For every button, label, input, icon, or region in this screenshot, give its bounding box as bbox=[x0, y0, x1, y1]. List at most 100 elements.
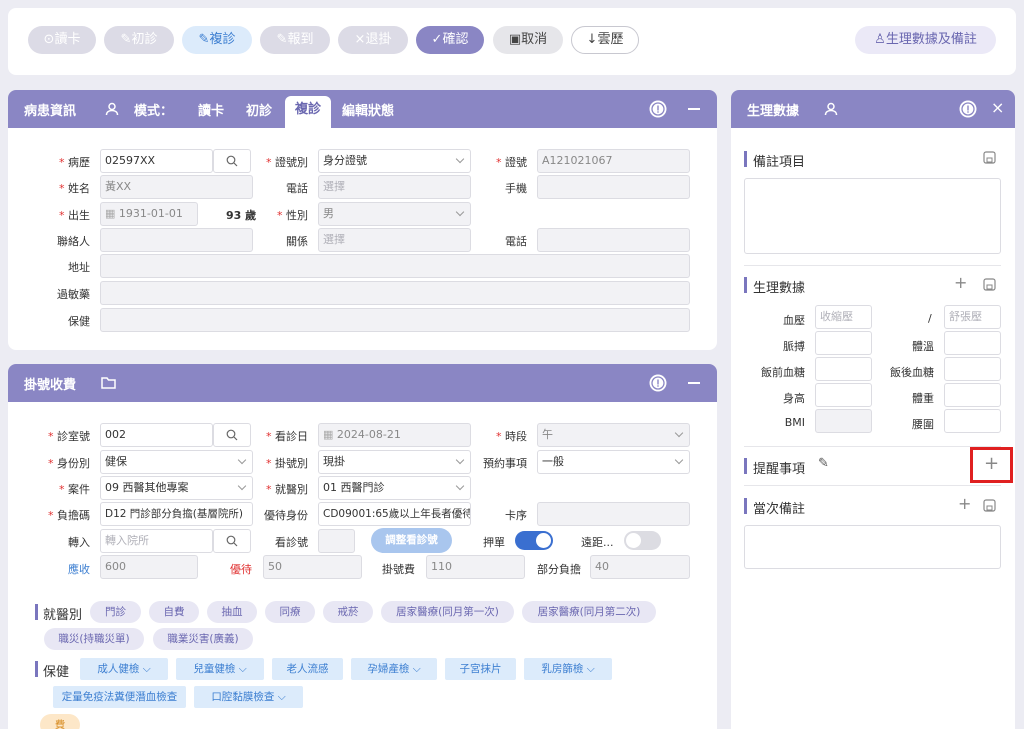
gender-select[interactable]: 男 bbox=[318, 202, 471, 226]
room-search-button[interactable] bbox=[213, 423, 251, 447]
post-meal-input[interactable] bbox=[944, 357, 1001, 381]
chip-home-care-2[interactable]: 居家醫療(同月第二次) bbox=[522, 601, 656, 623]
dept-select[interactable]: 01 西醫門診 bbox=[318, 476, 471, 500]
temp-input[interactable] bbox=[944, 331, 1001, 355]
card-seq-input[interactable] bbox=[537, 502, 690, 526]
vitals-notes-button[interactable]: ♙生理數據及備註 bbox=[855, 26, 996, 54]
revisit-button[interactable]: ✎複診 bbox=[182, 26, 252, 54]
receivable-input[interactable]: 600 bbox=[100, 555, 198, 579]
birth-input[interactable]: ▦ 1931-01-01 bbox=[100, 202, 198, 226]
chip-breast-screen[interactable]: 乳房篩檢 ⌵ bbox=[524, 658, 612, 680]
folder-icon bbox=[101, 377, 116, 389]
read-card-button[interactable]: ⊙讀卡 bbox=[28, 26, 96, 54]
info-icon[interactable] bbox=[959, 100, 977, 118]
current-notes-textarea[interactable] bbox=[744, 525, 1001, 569]
transfer-search-button[interactable] bbox=[213, 529, 251, 553]
notes-textarea[interactable] bbox=[744, 178, 1001, 254]
height-input[interactable] bbox=[815, 383, 872, 407]
tab-read-card[interactable]: 讀卡 bbox=[198, 100, 224, 119]
name-input[interactable]: 黃XX bbox=[100, 175, 253, 199]
chip-pap-smear[interactable]: 子宮抹片 bbox=[445, 658, 516, 680]
contact-input[interactable] bbox=[100, 228, 253, 252]
copay-code-select[interactable]: D12 門診部分負擔(基層院所) bbox=[100, 502, 253, 526]
chip-prenatal[interactable]: 孕婦產檢 ⌵ bbox=[351, 658, 437, 680]
part-copay-input[interactable]: 40 bbox=[590, 555, 690, 579]
id-type-select[interactable]: 身分證號 bbox=[318, 149, 471, 173]
chip-blood-draw[interactable]: 抽血 bbox=[207, 601, 257, 623]
post-meal-label: 飯後血糖 bbox=[890, 366, 934, 379]
withdraw-button[interactable]: ×退掛 bbox=[338, 26, 408, 54]
phone-input[interactable]: 選擇 bbox=[318, 175, 471, 199]
deposit-toggle[interactable] bbox=[515, 531, 553, 550]
tab-revisit[interactable]: 複診 bbox=[285, 96, 331, 128]
section-bar bbox=[35, 661, 38, 677]
mobile-input[interactable] bbox=[537, 175, 690, 199]
reg-fee-input[interactable]: 110 bbox=[426, 555, 525, 579]
relation-input[interactable]: 選擇 bbox=[318, 228, 471, 252]
save-icon[interactable] bbox=[983, 151, 996, 164]
confirm-button[interactable]: ✓確認 bbox=[416, 26, 484, 54]
collapse-icon[interactable] bbox=[688, 108, 700, 110]
identity-select[interactable]: 健保 bbox=[100, 450, 253, 474]
reg-type-select[interactable]: 現掛 bbox=[318, 450, 471, 474]
chip-fecal-occult[interactable]: 定量免疫法糞便潛血檢查 bbox=[53, 686, 186, 708]
chip-partial[interactable]: 費 bbox=[40, 714, 80, 729]
address-input[interactable] bbox=[100, 254, 690, 278]
pen-icon: ✎ bbox=[198, 32, 210, 47]
info-icon[interactable] bbox=[649, 374, 667, 392]
collapse-icon[interactable] bbox=[688, 382, 700, 384]
room-input[interactable]: 002 bbox=[100, 423, 213, 447]
date-input[interactable]: ▦ 2024-08-21 bbox=[318, 423, 471, 447]
diastolic-input[interactable]: 舒張壓 bbox=[944, 305, 1001, 329]
add-reminder-button[interactable]: + bbox=[970, 447, 1013, 483]
edit-icon[interactable]: ✎ bbox=[818, 456, 829, 471]
checkin-button[interactable]: ✎報到 bbox=[260, 26, 330, 54]
id-no-input[interactable]: A121021067 bbox=[537, 149, 690, 173]
owed-label: 優待 bbox=[230, 563, 252, 576]
cloud-history-button[interactable]: ↓雲歷 bbox=[571, 26, 639, 54]
systolic-input[interactable]: 收縮壓 bbox=[815, 305, 872, 329]
allergy-input[interactable] bbox=[100, 281, 690, 305]
chip-home-care-1[interactable]: 居家醫療(同月第一次) bbox=[381, 601, 514, 623]
chip-child-checkup[interactable]: 兒童健檢 ⌵ bbox=[176, 658, 264, 680]
waist-input[interactable] bbox=[944, 409, 1001, 433]
chip-adult-checkup[interactable]: 成人健檢 ⌵ bbox=[80, 658, 168, 680]
pulse-input[interactable] bbox=[815, 331, 872, 355]
bmi-input[interactable] bbox=[815, 409, 872, 433]
tab-edit-state[interactable]: 編輯狀態 bbox=[342, 100, 394, 119]
weight-input[interactable] bbox=[944, 383, 1001, 407]
period-select[interactable]: 午 bbox=[537, 423, 690, 447]
appt-select[interactable]: 一般 bbox=[537, 450, 690, 474]
contact-phone-input[interactable] bbox=[537, 228, 690, 252]
visit-no-input[interactable] bbox=[318, 529, 355, 553]
transfer-input[interactable]: 轉入院所 bbox=[100, 529, 213, 553]
chart-search-button[interactable] bbox=[213, 149, 251, 173]
tab-first-visit[interactable]: 初診 bbox=[246, 100, 272, 119]
cancel-button[interactable]: ▣取消 bbox=[493, 26, 563, 54]
add-icon[interactable]: + bbox=[958, 494, 971, 513]
chip-elderly-flu[interactable]: 老人流感 bbox=[272, 658, 343, 680]
chip-oral-mucosa[interactable]: 口腔黏膜檢查 ⌵ bbox=[194, 686, 303, 708]
chip-same-treatment[interactable]: 同療 bbox=[265, 601, 315, 623]
adjust-visit-no-button[interactable]: 調整看診號 bbox=[371, 528, 452, 553]
chart-no-input[interactable]: 02597XX bbox=[100, 149, 213, 173]
save-icon[interactable] bbox=[983, 499, 996, 512]
priority-select[interactable]: CD09001:65歲以上年長者優待 bbox=[318, 502, 471, 526]
close-icon[interactable]: × bbox=[991, 98, 1004, 117]
save-icon[interactable] bbox=[983, 278, 996, 291]
add-icon[interactable]: + bbox=[954, 273, 967, 292]
first-visit-button[interactable]: ✎初診 bbox=[104, 26, 174, 54]
case-select[interactable]: 09 西醫其他專案 bbox=[100, 476, 253, 500]
section-bar bbox=[744, 277, 747, 293]
calendar-icon: ▦ bbox=[105, 207, 119, 220]
chip-quit-smoking[interactable]: 戒菸 bbox=[323, 601, 373, 623]
healthcare-input[interactable] bbox=[100, 308, 690, 332]
chip-self-pay[interactable]: 自費 bbox=[149, 601, 199, 623]
info-icon[interactable] bbox=[649, 100, 667, 118]
remote-toggle[interactable] bbox=[624, 531, 661, 550]
pre-meal-input[interactable] bbox=[815, 357, 872, 381]
chip-occupational-injury[interactable]: 職災(持職災單) bbox=[44, 628, 144, 650]
chip-outpatient[interactable]: 門診 bbox=[90, 601, 141, 623]
chip-occupational-disaster[interactable]: 職業災害(廣義) bbox=[153, 628, 253, 650]
owed-input[interactable]: 50 bbox=[263, 555, 362, 579]
